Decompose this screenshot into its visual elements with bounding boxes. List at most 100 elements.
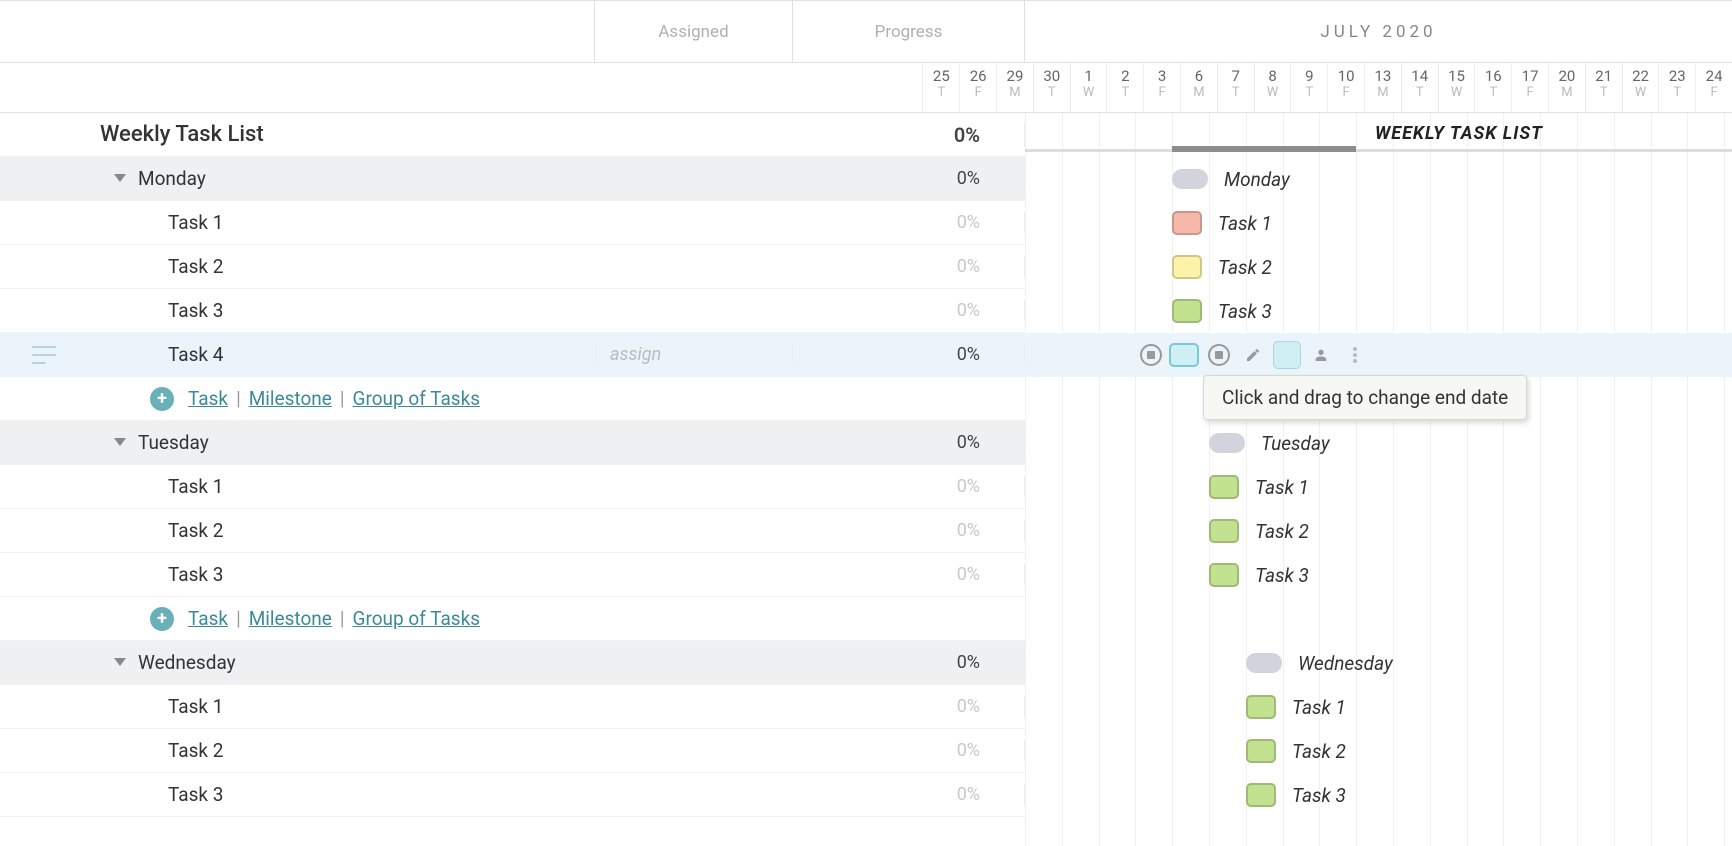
assign-input[interactable]: assign	[595, 344, 793, 365]
task-label[interactable]: Task 3	[88, 563, 595, 586]
task-progress: 0%	[793, 696, 1025, 717]
chevron-down-icon[interactable]	[114, 174, 126, 182]
gantt-label: Task 2	[1218, 256, 1272, 279]
plus-icon[interactable]: +	[150, 607, 174, 631]
task-label[interactable]: Task 4	[88, 343, 595, 366]
task-row[interactable]: Task 2 0%	[0, 729, 1025, 773]
gantt-task-bar[interactable]	[1209, 563, 1239, 587]
gantt-task-bar[interactable]	[1172, 255, 1202, 279]
gantt-label: Task 3	[1218, 300, 1272, 323]
gantt-summary-bar[interactable]	[1172, 146, 1356, 152]
gantt-title-label: WEEKLY TASK LIST	[1375, 123, 1543, 144]
day-column: 7T	[1217, 63, 1254, 112]
gantt-label: Tuesday	[1261, 432, 1330, 455]
day-column: 15W	[1438, 63, 1475, 112]
project-title[interactable]: Weekly Task List	[88, 122, 595, 147]
day-column: 3F	[1143, 63, 1180, 112]
gantt-label: Task 2	[1255, 520, 1309, 543]
task-progress: 0%	[793, 784, 1025, 805]
day-column: 10F	[1327, 63, 1364, 112]
day-column: 6M	[1180, 63, 1217, 112]
gantt-group-pill-tuesday[interactable]	[1209, 433, 1245, 453]
task-row[interactable]: Task 3 0%	[0, 553, 1025, 597]
add-task-link[interactable]: Task	[186, 607, 230, 630]
task-row[interactable]: Task 2 0%	[0, 509, 1025, 553]
day-column: 25T	[922, 63, 959, 112]
task-label[interactable]: Task 2	[88, 255, 595, 278]
gantt-task-bar[interactable]	[1172, 211, 1202, 235]
drag-start-handle-icon[interactable]	[1137, 341, 1165, 369]
drag-tooltip: Click and drag to change end date	[1203, 375, 1527, 420]
add-row-tuesday: + Task|Milestone|Group of Tasks	[0, 597, 1025, 641]
task-label[interactable]: Task 1	[88, 695, 595, 718]
task-label[interactable]: Task 2	[88, 739, 595, 762]
gantt-task-bar-selected[interactable]	[1169, 343, 1199, 367]
task-row[interactable]: Task 3 0%	[0, 773, 1025, 817]
add-group-link[interactable]: Group of Tasks	[351, 387, 483, 410]
gantt-label: Task 3	[1255, 564, 1309, 587]
gantt-label: Wednesday	[1298, 652, 1393, 675]
task-row[interactable]: Task 1 0%	[0, 201, 1025, 245]
gantt-task-bar[interactable]	[1246, 783, 1276, 807]
task-label[interactable]: Task 1	[88, 475, 595, 498]
chevron-down-icon[interactable]	[114, 438, 126, 446]
task-label[interactable]: Task 3	[88, 783, 595, 806]
add-milestone-link[interactable]: Milestone	[247, 607, 334, 630]
gantt-label: Task 1	[1255, 476, 1309, 499]
day-column: 21T	[1585, 63, 1622, 112]
project-progress: 0%	[793, 123, 1025, 147]
project-title-row[interactable]: Weekly Task List 0%	[0, 113, 1025, 157]
add-task-link[interactable]: Task	[186, 387, 230, 410]
task-progress: 0%	[793, 300, 1025, 321]
drag-end-handle-icon[interactable]	[1205, 341, 1233, 369]
drag-handle-icon[interactable]	[32, 346, 56, 364]
task-progress: 0%	[793, 212, 1025, 233]
day-column: 16T	[1474, 63, 1511, 112]
gantt-task-bar[interactable]	[1246, 695, 1276, 719]
gantt-group-pill-wednesday[interactable]	[1246, 653, 1282, 673]
edit-icon[interactable]	[1239, 341, 1267, 369]
gantt-label: Task 3	[1292, 784, 1346, 807]
day-column: 23T	[1658, 63, 1695, 112]
gantt-group-pill-monday[interactable]	[1172, 169, 1208, 189]
group-tuesday[interactable]: Tuesday 0%	[0, 421, 1025, 465]
gantt-summary-base	[1025, 149, 1732, 152]
task-progress: 0%	[793, 564, 1025, 585]
day-column: 9T	[1290, 63, 1327, 112]
day-column: 1W	[1070, 63, 1107, 112]
chevron-down-icon[interactable]	[114, 658, 126, 666]
day-column: 30T	[1033, 63, 1070, 112]
gantt-task-bar[interactable]	[1209, 475, 1239, 499]
gantt-task-bar[interactable]	[1209, 519, 1239, 543]
day-column: 29M	[996, 63, 1033, 112]
task-row[interactable]: Task 1 0%	[0, 465, 1025, 509]
add-group-link[interactable]: Group of Tasks	[351, 607, 483, 630]
add-milestone-link[interactable]: Milestone	[247, 387, 334, 410]
task-row[interactable]: Task 3 0%	[0, 289, 1025, 333]
task-row[interactable]: Task 1 0%	[0, 685, 1025, 729]
gantt-label: Task 1	[1292, 696, 1346, 719]
task-row[interactable]: Task 2 0%	[0, 245, 1025, 289]
day-column: 13M	[1364, 63, 1401, 112]
day-column: 8W	[1254, 63, 1291, 112]
group-wednesday[interactable]: Wednesday 0%	[0, 641, 1025, 685]
group-monday[interactable]: Monday 0%	[0, 157, 1025, 201]
group-wednesday-label: Wednesday	[138, 651, 236, 674]
person-icon[interactable]	[1307, 341, 1335, 369]
day-column: 14T	[1401, 63, 1438, 112]
task-label[interactable]: Task 3	[88, 299, 595, 322]
header-month: JULY 2020	[1025, 1, 1732, 62]
more-icon[interactable]	[1341, 341, 1369, 369]
timeline-panel[interactable]: WEEKLY TASK LIST Monday Task 1 Task 2	[1025, 113, 1732, 846]
gantt-label: Task 2	[1292, 740, 1346, 763]
group-tuesday-label: Tuesday	[138, 431, 209, 454]
task-label[interactable]: Task 2	[88, 519, 595, 542]
task-progress: 0%	[793, 344, 1025, 365]
gantt-task-bar[interactable]	[1246, 739, 1276, 763]
task-row-selected[interactable]: Task 4 assign 0%	[0, 333, 1025, 377]
task-label[interactable]: Task 1	[88, 211, 595, 234]
plus-icon[interactable]: +	[150, 387, 174, 411]
gantt-task-bar[interactable]	[1172, 299, 1202, 323]
color-icon[interactable]	[1273, 341, 1301, 369]
task-progress: 0%	[793, 476, 1025, 497]
